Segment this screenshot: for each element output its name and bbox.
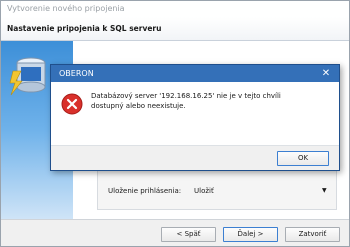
dialog-title-text: OBERON [59, 69, 94, 78]
chevron-down-icon[interactable]: ▼ [322, 185, 327, 197]
back-button[interactable]: < Späť [161, 227, 216, 242]
save-login-label: Uloženie prihlásenia: [108, 187, 182, 195]
wizard-footer: < Späť Ďalej > Zatvoriť [1, 219, 349, 246]
database-icon [9, 57, 46, 96]
dialog-message: Databázový server '192.168.16.25' nie je… [91, 92, 281, 110]
next-button[interactable]: Ďalej > [223, 227, 278, 242]
close-icon[interactable]: ✕ [319, 65, 333, 82]
wizard-header-title: Nastavenie pripojenia k SQL serveru [1, 17, 349, 41]
error-icon [61, 93, 83, 115]
dialog-title: OBERON ✕ [51, 65, 339, 82]
close-button[interactable]: Zatvoriť [285, 227, 340, 242]
dialog-footer: OK [51, 145, 339, 170]
error-dialog: OBERON ✕ Databázový server '192.168.16.2… [50, 64, 340, 171]
ok-button[interactable]: OK [277, 151, 329, 166]
save-login-row: Uloženie prihlásenia: Uložiť ▼ [108, 185, 334, 197]
save-login-select[interactable]: Uložiť [194, 185, 214, 197]
wizard-title: Vytvorenie nového pripojenia [1, 1, 349, 17]
